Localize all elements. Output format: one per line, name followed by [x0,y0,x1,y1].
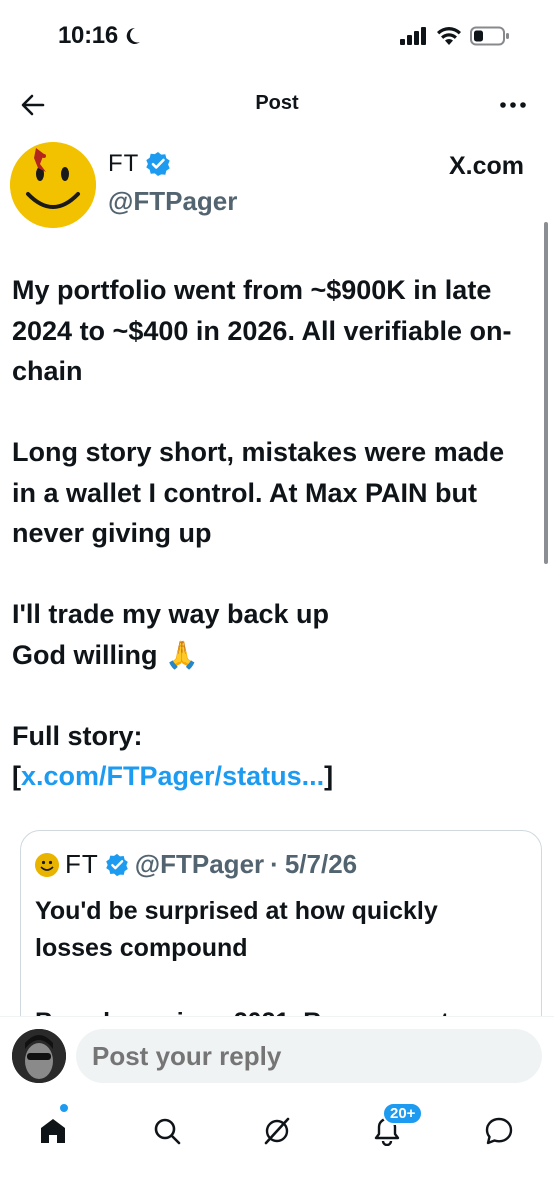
message-bubble-icon [485,1117,513,1145]
more-dots-icon [500,102,526,108]
search-icon [154,1118,181,1145]
post-paragraph: I'll trade my way back up [12,599,330,629]
nav-grok[interactable] [252,1106,302,1156]
post-paragraph: Long story short, mistakes were made in … [12,437,505,548]
author-avatar[interactable] [10,142,96,228]
status-time: 10:16 [58,22,142,50]
post-paragraph: God willing 🙏 [12,639,199,670]
reply-input[interactable] [76,1029,542,1083]
source-label: X.com [448,152,524,180]
more-options-button[interactable] [496,88,530,122]
wifi-icon [437,27,461,45]
quoted-author-handle: @FTPager [134,849,265,879]
link-bracket-close: ] [324,761,334,791]
quoted-date: 5/7/26 [284,849,358,879]
nav-search[interactable] [142,1106,192,1156]
status-link[interactable]: x.com/FTPager/status... [21,761,324,791]
status-indicators [400,26,510,46]
top-navigation-bar: Post [0,82,554,128]
post-paragraph: My portfolio went from ~$900K in late 20… [12,275,512,386]
author-name[interactable]: FT [108,150,139,178]
post-author: FT @FTPager X.com [10,140,540,230]
bottom-navigation: 20+ [0,1096,554,1200]
smiley-face-icon [10,142,96,228]
quoted-paragraph: You'd be surprised at how quickly losses… [35,897,438,962]
cellular-signal-icon [400,27,426,45]
link-bracket-open: [ [12,761,21,791]
post-paragraph: Full story: [12,720,143,751]
page-title: Post [255,92,299,114]
status-bar: 10:16 [0,0,554,76]
post-text: My portfolio went from ~$900K in late 20… [12,270,532,797]
home-icon [41,1119,65,1143]
author-handle[interactable]: @FTPager [108,186,237,217]
quoted-post-header: FT @FTPager · 5/7/26 [35,849,357,880]
verified-badge-icon [146,152,171,176]
scrollbar[interactable] [544,222,548,564]
nav-messages[interactable] [474,1106,524,1156]
notifications-badge: 20+ [382,1102,424,1125]
author-name-row: FT [108,150,171,178]
verified-badge-icon [105,853,128,876]
grok-icon [264,1117,290,1145]
quoted-author-name: FT [65,849,99,879]
home-unread-dot [60,1104,68,1112]
user-avatar[interactable] [12,1029,66,1083]
moon-icon [126,27,140,44]
battery-icon [470,26,509,46]
quoted-avatar-smiley-icon [35,852,59,877]
quoted-separator: · [270,849,279,879]
reply-bar [0,1016,554,1096]
clock-text: 10:16 [58,22,118,49]
user-photo-icon [12,1029,66,1083]
nav-home[interactable] [28,1106,78,1156]
post-link-line: [x.com/FTPager/status...] [12,756,532,797]
